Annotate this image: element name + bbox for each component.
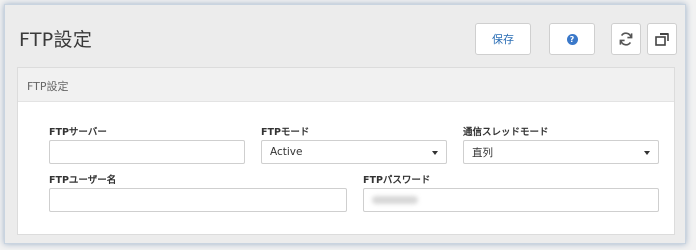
- popout-window-icon: [655, 33, 669, 46]
- ftp-mode-select[interactable]: Active: [261, 140, 447, 164]
- refresh-button[interactable]: [611, 23, 641, 55]
- ftp-settings-panel: FTP設定 FTPサーバー FTPモード Active 通信スレッドモード 直列…: [17, 67, 675, 235]
- popout-button[interactable]: [647, 23, 677, 55]
- ftp-server-label: FTPサーバー: [49, 127, 107, 138]
- ftp-mode-label: FTPモード: [261, 127, 310, 138]
- ftp-password-label: FTPパスワード: [363, 175, 431, 186]
- ftp-settings-window: FTP設定 保存 ? FTP設定 FTPサーバー FTPモード Active 通…: [4, 4, 686, 244]
- thread-mode-select[interactable]: 直列: [463, 140, 659, 164]
- thread-mode-label: 通信スレッドモード: [463, 127, 549, 138]
- title-bar: FTP設定 保存 ?: [5, 5, 685, 67]
- panel-title: FTP設定: [27, 80, 69, 93]
- chevron-down-icon: [432, 151, 438, 155]
- ftp-password-input[interactable]: [363, 188, 659, 212]
- page-title: FTP設定: [19, 29, 93, 51]
- panel-header: FTP設定: [18, 68, 674, 102]
- ftp-server-input[interactable]: [49, 140, 245, 164]
- thread-mode-value: 直列: [472, 146, 493, 159]
- chevron-down-icon: [644, 151, 650, 155]
- refresh-icon: [619, 32, 633, 46]
- save-button[interactable]: 保存: [475, 23, 531, 55]
- ftp-mode-value: Active: [270, 146, 303, 158]
- ftp-user-label: FTPユーザー名: [49, 175, 117, 186]
- help-button[interactable]: ?: [549, 23, 595, 55]
- ftp-user-input[interactable]: [49, 188, 347, 212]
- help-circle-icon: ?: [566, 33, 578, 45]
- masked-password: [372, 196, 418, 204]
